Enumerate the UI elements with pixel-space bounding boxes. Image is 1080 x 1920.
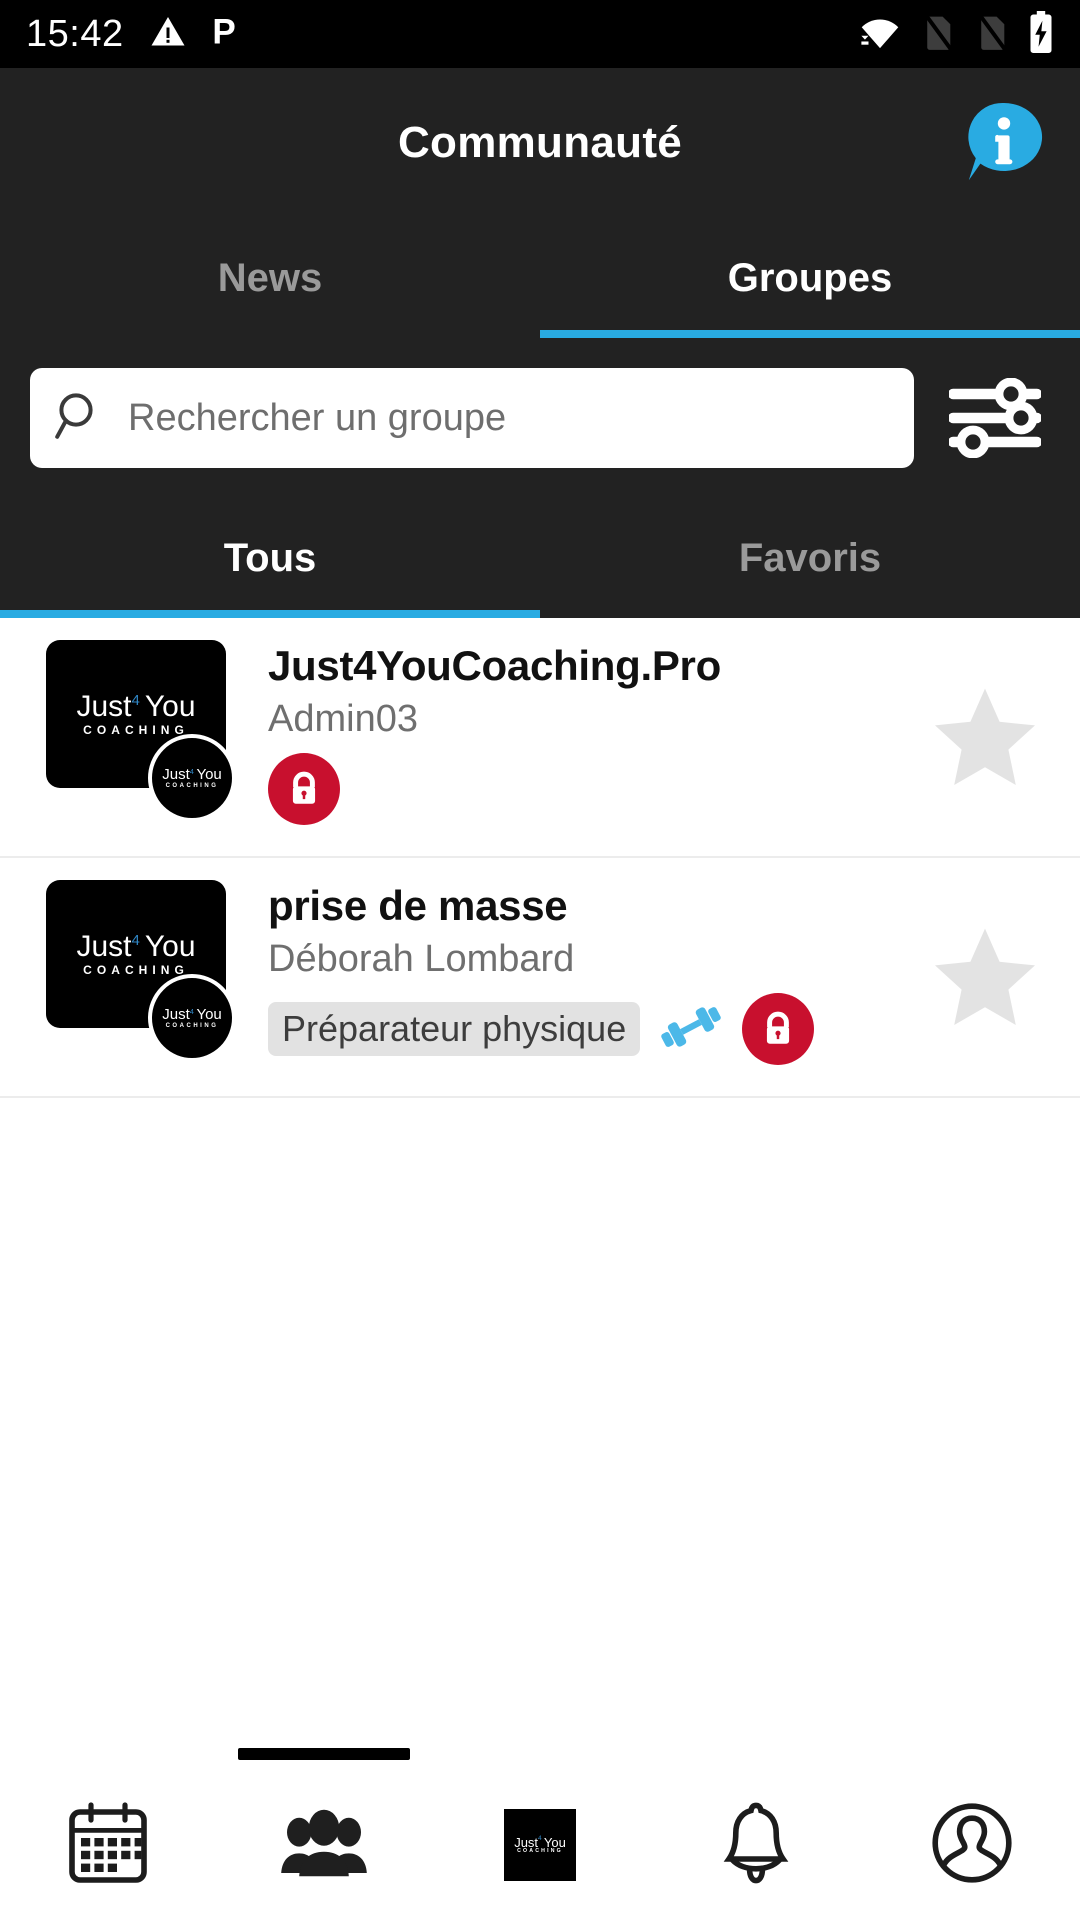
favorite-star-icon[interactable] [930,925,1050,1029]
lock-icon [742,993,815,1065]
subtab-tous[interactable]: Tous [0,498,540,618]
logo-word2: You [144,930,196,964]
nav-logo-superscript: 4 [538,1834,542,1842]
app-screen: 15:42 P Communauté News Groupes Recherch… [0,0,1080,1920]
group-badges: Préparateur physique [268,993,930,1065]
page-title: Communauté [397,118,683,167]
status-notification-icons: P [150,12,244,56]
battery-charging-icon [1028,10,1054,58]
wifi-icon [858,13,902,56]
brand-logo-icon: Just 4 You COACHING [504,1809,576,1881]
group-avatar: Just 4 You COACHING Just 4 You COACHING [46,640,246,830]
badge-logo-tagline: COACHING [165,782,219,789]
logo-tagline: COACHING [83,722,189,737]
warning-triangle-icon [150,14,186,55]
search-area: Rechercher un groupe [0,338,1080,498]
nav-logo-word2: You [543,1834,566,1850]
status-clock: 15:42 [26,13,124,55]
badge-logo-superscript: 4 [189,766,194,776]
no-sim-2-icon [974,12,1010,57]
nav-logo-word1: Just [514,1834,539,1850]
nav-item-profile[interactable] [864,1770,1080,1920]
group-title: Just4YouCoaching.Pro [268,642,721,689]
tab-groupes-label: Groupes [727,255,893,300]
top-tab-bar: News Groupes [0,218,1080,338]
logo-superscript: 4 [131,692,140,710]
badge-logo-tagline: COACHING [165,1022,219,1029]
group-owner: Admin03 [268,698,418,740]
badge-logo-word1: Just [162,766,190,784]
logo-word1: Just [76,930,132,964]
group-title: prise de masse [268,882,568,929]
nav-item-community[interactable] [216,1748,432,1920]
group-owner: Déborah Lombard [268,938,575,980]
subtab-favoris-label: Favoris [738,535,882,580]
table-row[interactable]: Just 4 You COACHING Just 4 You COACHING pris [0,858,1080,1098]
logo-word1: Just [76,690,132,724]
group-info: Just4YouCoaching.Pro Admin03 [246,640,930,825]
status-bar: 15:42 P [0,0,1080,68]
lock-icon [268,753,340,825]
badge-logo-word1: Just [162,1006,190,1024]
filter-sliders-icon[interactable] [940,368,1050,468]
group-avatar-badge: Just 4 You COACHING [148,974,236,1062]
badge-logo-word2: You [196,1006,222,1024]
group-list: Just 4 You COACHING Just 4 You COACHING Just [0,618,1080,1770]
logo-superscript: 4 [131,932,140,950]
badge-logo-superscript: 4 [189,1006,194,1016]
subtab-tous-label: Tous [223,535,317,580]
search-placeholder: Rechercher un groupe [128,396,507,439]
group-avatar: Just 4 You COACHING Just 4 You COACHING [46,880,246,1070]
badge-logo-word2: You [196,766,222,784]
bell-icon [716,1801,796,1890]
favorite-star-icon[interactable] [930,685,1050,789]
search-icon [54,390,106,447]
role-chip: Préparateur physique [268,1002,641,1056]
logo-tagline: COACHING [83,962,189,977]
active-tab-indicator [238,1748,410,1760]
parking-p-icon: P [210,12,244,56]
svg-text:P: P [212,13,235,51]
group-badges [268,753,930,825]
people-group-icon [280,1807,368,1884]
tab-news-label: News [217,255,323,300]
tab-news[interactable]: News [0,218,540,338]
subtab-favoris[interactable]: Favoris [540,498,1080,618]
tab-groupes[interactable]: Groupes [540,218,1080,338]
group-avatar-badge: Just 4 You COACHING [148,734,236,822]
no-sim-1-icon [920,12,956,57]
bottom-nav-bar: Just 4 You COACHING [0,1748,1080,1920]
app-header: Communauté [0,68,1080,218]
calendar-icon [66,1801,150,1889]
nav-item-calendar[interactable] [0,1770,216,1920]
logo-word2: You [144,690,196,724]
dumbbell-icon [656,995,726,1064]
nav-item-notifications[interactable] [648,1770,864,1920]
search-input[interactable]: Rechercher un groupe [30,368,914,468]
profile-avatar-icon [930,1801,1014,1890]
nav-item-brand[interactable]: Just 4 You COACHING [432,1770,648,1920]
status-system-icons [858,10,1054,58]
sub-tab-bar: Tous Favoris [0,498,1080,618]
table-row[interactable]: Just 4 You COACHING Just 4 You COACHING Just [0,618,1080,858]
group-info: prise de masse Déborah Lombard Préparate… [246,880,930,1065]
info-bubble-icon[interactable] [958,97,1050,189]
nav-logo-tagline: COACHING [517,1848,563,1855]
